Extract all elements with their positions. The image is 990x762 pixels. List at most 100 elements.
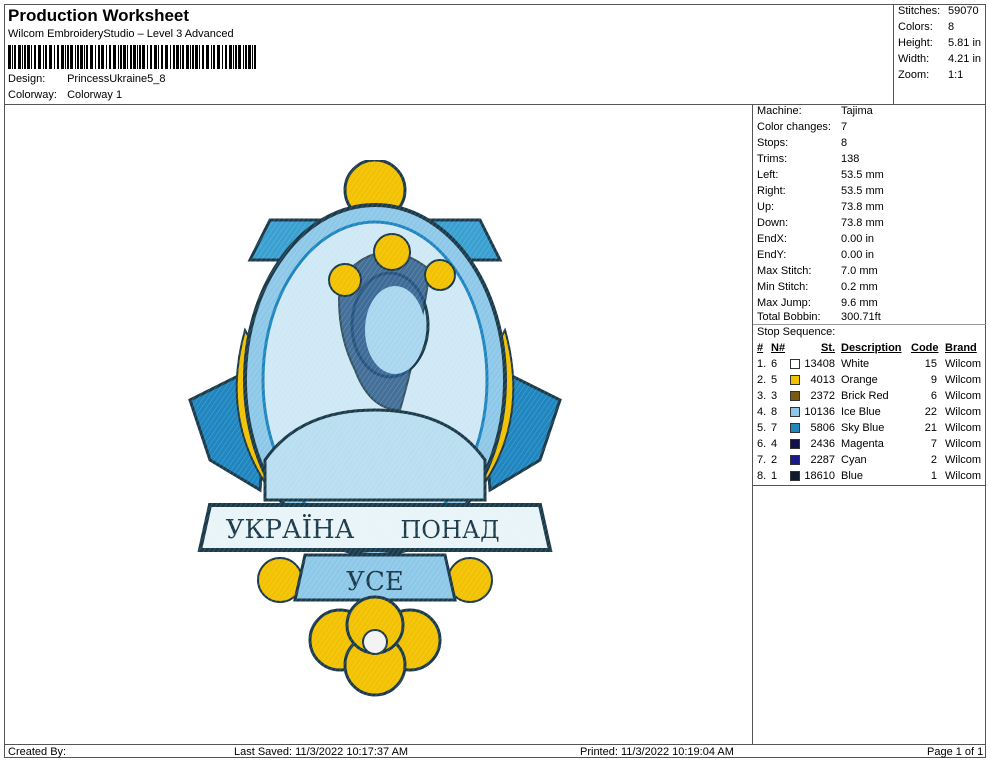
col-header-stitches: St. <box>821 342 836 354</box>
stop-index: 5. <box>757 422 767 434</box>
info-label: Trims: <box>757 153 788 165</box>
info-min-stitch: Min Stitch: 0.2 mm <box>757 281 878 293</box>
info-machine: Machine: Tajima <box>757 105 873 117</box>
info-label: Color changes: <box>757 121 831 133</box>
col-header-description: Description <box>841 342 902 354</box>
info-label: Max Jump: <box>757 297 811 309</box>
info-value: 7 <box>841 121 848 133</box>
stop-code: 22 <box>924 406 937 418</box>
stop-stitches: 4013 <box>810 374 835 386</box>
info-trims: Trims: 138 <box>757 153 859 165</box>
info-label: EndY: <box>757 249 787 261</box>
stop-stitches: 10136 <box>804 406 835 418</box>
design-label: Design: <box>8 73 46 85</box>
stop-brand: Wilcom <box>945 374 982 386</box>
stop-row: 5. 7 5806 Sky Blue 21 Wilcom <box>753 422 986 437</box>
info-value: 138 <box>841 153 860 165</box>
stat-value: 5.81 in <box>948 37 982 49</box>
info-color-changes: Color changes: 7 <box>757 121 847 133</box>
stop-code: 7 <box>930 438 937 450</box>
col-header-brand: Brand <box>945 342 977 354</box>
footer-created-by: Created By: <box>8 746 67 758</box>
stat-value: 59070 <box>948 5 979 17</box>
stat-zoom: Zoom: 1:1 <box>898 69 963 81</box>
footer-page: Page 1 of 1 <box>927 746 984 758</box>
stop-code: 9 <box>930 374 937 386</box>
stop-brand: Wilcom <box>945 358 982 370</box>
info-value: 73.8 mm <box>841 217 884 229</box>
info-label: Left: <box>757 169 779 181</box>
stop-brand: Wilcom <box>945 438 982 450</box>
col-header-index: # <box>757 342 764 354</box>
hair-flower-left <box>328 263 362 297</box>
stat-label: Colors: <box>898 21 933 33</box>
stat-value: 4.21 in <box>948 53 982 65</box>
lower-banner-text: УСЕ <box>346 567 404 597</box>
stat-label: Stitches: <box>898 5 941 17</box>
info-value: 73.8 mm <box>841 201 884 213</box>
stop-needle: 3 <box>771 390 778 402</box>
thread-color-swatch <box>790 455 800 465</box>
info-value: 0.00 in <box>841 249 875 261</box>
stop-index: 3. <box>757 390 767 402</box>
info-label: Total Bobbin: <box>757 311 821 323</box>
col-header-code: Code <box>911 342 939 354</box>
stat-value: 8 <box>948 21 955 33</box>
embroidery-design-image: УКРАЇНА ПОНАД УСЕ <box>150 160 600 700</box>
thread-color-swatch <box>790 439 800 449</box>
col-header-needle: N# <box>771 342 786 354</box>
stop-description: Cyan <box>841 454 867 466</box>
stat-value: 1:1 <box>948 69 964 81</box>
stop-stitches: 13408 <box>804 358 835 370</box>
stop-description: Brick Red <box>841 390 889 402</box>
stop-description: White <box>841 358 870 370</box>
colorway-label: Colorway: <box>8 89 57 101</box>
right-column-divider <box>752 486 753 744</box>
thread-color-swatch <box>790 391 800 401</box>
stat-colors: Colors: 8 <box>898 21 954 33</box>
design-value: PrincessUkraine5_8 <box>67 73 166 85</box>
banner-text-left: УКРАЇНА <box>226 514 355 545</box>
page-title: Production Worksheet <box>8 6 190 25</box>
banner-text-right: ПОНАД <box>400 516 499 544</box>
footer-last-saved: Last Saved: 11/3/2022 10:17:37 AM <box>234 746 409 758</box>
stat-height: Height: 5.81 in <box>898 37 981 49</box>
stat-stitches: Stitches: 59070 <box>898 5 979 17</box>
stop-code: 2 <box>930 454 937 466</box>
info-right: Right: 53.5 mm <box>757 185 884 197</box>
stop-row: 4. 8 10136 Ice Blue 22 Wilcom <box>753 406 986 421</box>
thread-color-swatch <box>790 423 800 433</box>
stop-row: 1. 6 13408 White 15 Wilcom <box>753 358 986 373</box>
stop-sequence-title: Stop Sequence: <box>757 326 836 338</box>
stop-description: Orange <box>841 374 878 386</box>
hair-flower-right <box>424 259 456 291</box>
stop-code: 6 <box>930 390 937 402</box>
stop-index: 8. <box>757 470 767 482</box>
stop-code: 1 <box>930 470 937 482</box>
stop-row: 8. 1 18610 Blue 1 Wilcom <box>753 470 986 485</box>
info-value: 7.0 mm <box>841 265 878 277</box>
colorway-line: Colorway: Colorway 1 <box>8 89 122 101</box>
barcode <box>8 45 256 69</box>
info-value: 0.00 in <box>841 233 875 245</box>
stop-code: 21 <box>924 422 937 434</box>
info-value: 9.6 mm <box>841 297 878 309</box>
stop-needle: 7 <box>771 422 778 434</box>
stat-label: Height: <box>898 37 933 49</box>
stop-brand: Wilcom <box>945 454 982 466</box>
stats-box: Stitches: 59070 Colors: 8 Height: 5.81 in W… <box>893 4 986 104</box>
stop-index: 4. <box>757 406 767 418</box>
stop-separator <box>753 324 986 325</box>
info-value: 53.5 mm <box>841 185 884 197</box>
stop-needle: 2 <box>771 454 778 466</box>
info-up: Up: 73.8 mm <box>757 201 884 213</box>
bottom-big-flower <box>308 595 442 697</box>
stop-stitches: 5806 <box>810 422 835 434</box>
info-value: 53.5 mm <box>841 169 884 181</box>
stop-description: Sky Blue <box>841 422 885 434</box>
stop-brand: Wilcom <box>945 406 982 418</box>
footer-divider <box>4 744 986 745</box>
stop-stitches: 2436 <box>810 438 835 450</box>
stop-row: 6. 4 2436 Magenta 7 Wilcom <box>753 438 986 453</box>
figure-face-front <box>365 286 425 374</box>
